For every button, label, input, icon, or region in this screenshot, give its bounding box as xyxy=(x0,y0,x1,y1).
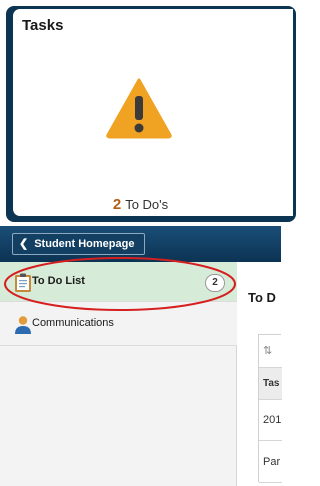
column-header-tasks[interactable]: Tas xyxy=(259,368,282,400)
todo-summary: 2 To Do's xyxy=(0,196,281,213)
todo-count-badge: 2 xyxy=(205,274,225,292)
warning-triangle-icon xyxy=(106,78,172,139)
navigation-bar: ❮ Student Homepage xyxy=(0,226,281,262)
sort-icon[interactable]: ⇅ xyxy=(259,335,282,368)
tile-title: Tasks xyxy=(22,17,64,34)
page-title: To D xyxy=(248,290,276,305)
sidebar-item-to-do-list[interactable]: To Do List 2 xyxy=(0,262,237,302)
chevron-left-icon: ❮ xyxy=(19,237,29,250)
sidebar-item-label: To Do List xyxy=(32,275,85,287)
table-row[interactable]: 201 xyxy=(259,400,282,441)
clipboard-icon xyxy=(15,273,31,292)
todo-count-label: To Do's xyxy=(125,197,169,212)
sidebar-item-communications[interactable]: Communications xyxy=(0,302,237,346)
back-button-label: Student Homepage xyxy=(34,238,135,250)
todo-count: 2 xyxy=(112,196,122,213)
back-to-homepage-button[interactable]: ❮ Student Homepage xyxy=(12,233,146,255)
person-icon xyxy=(15,316,31,334)
tasks-grid: ⇅ Tas 201 Par xyxy=(258,334,282,483)
sidebar: To Do List 2 Communications xyxy=(0,262,237,486)
table-row[interactable]: Par xyxy=(259,441,282,483)
sidebar-item-label: Communications xyxy=(32,317,114,329)
